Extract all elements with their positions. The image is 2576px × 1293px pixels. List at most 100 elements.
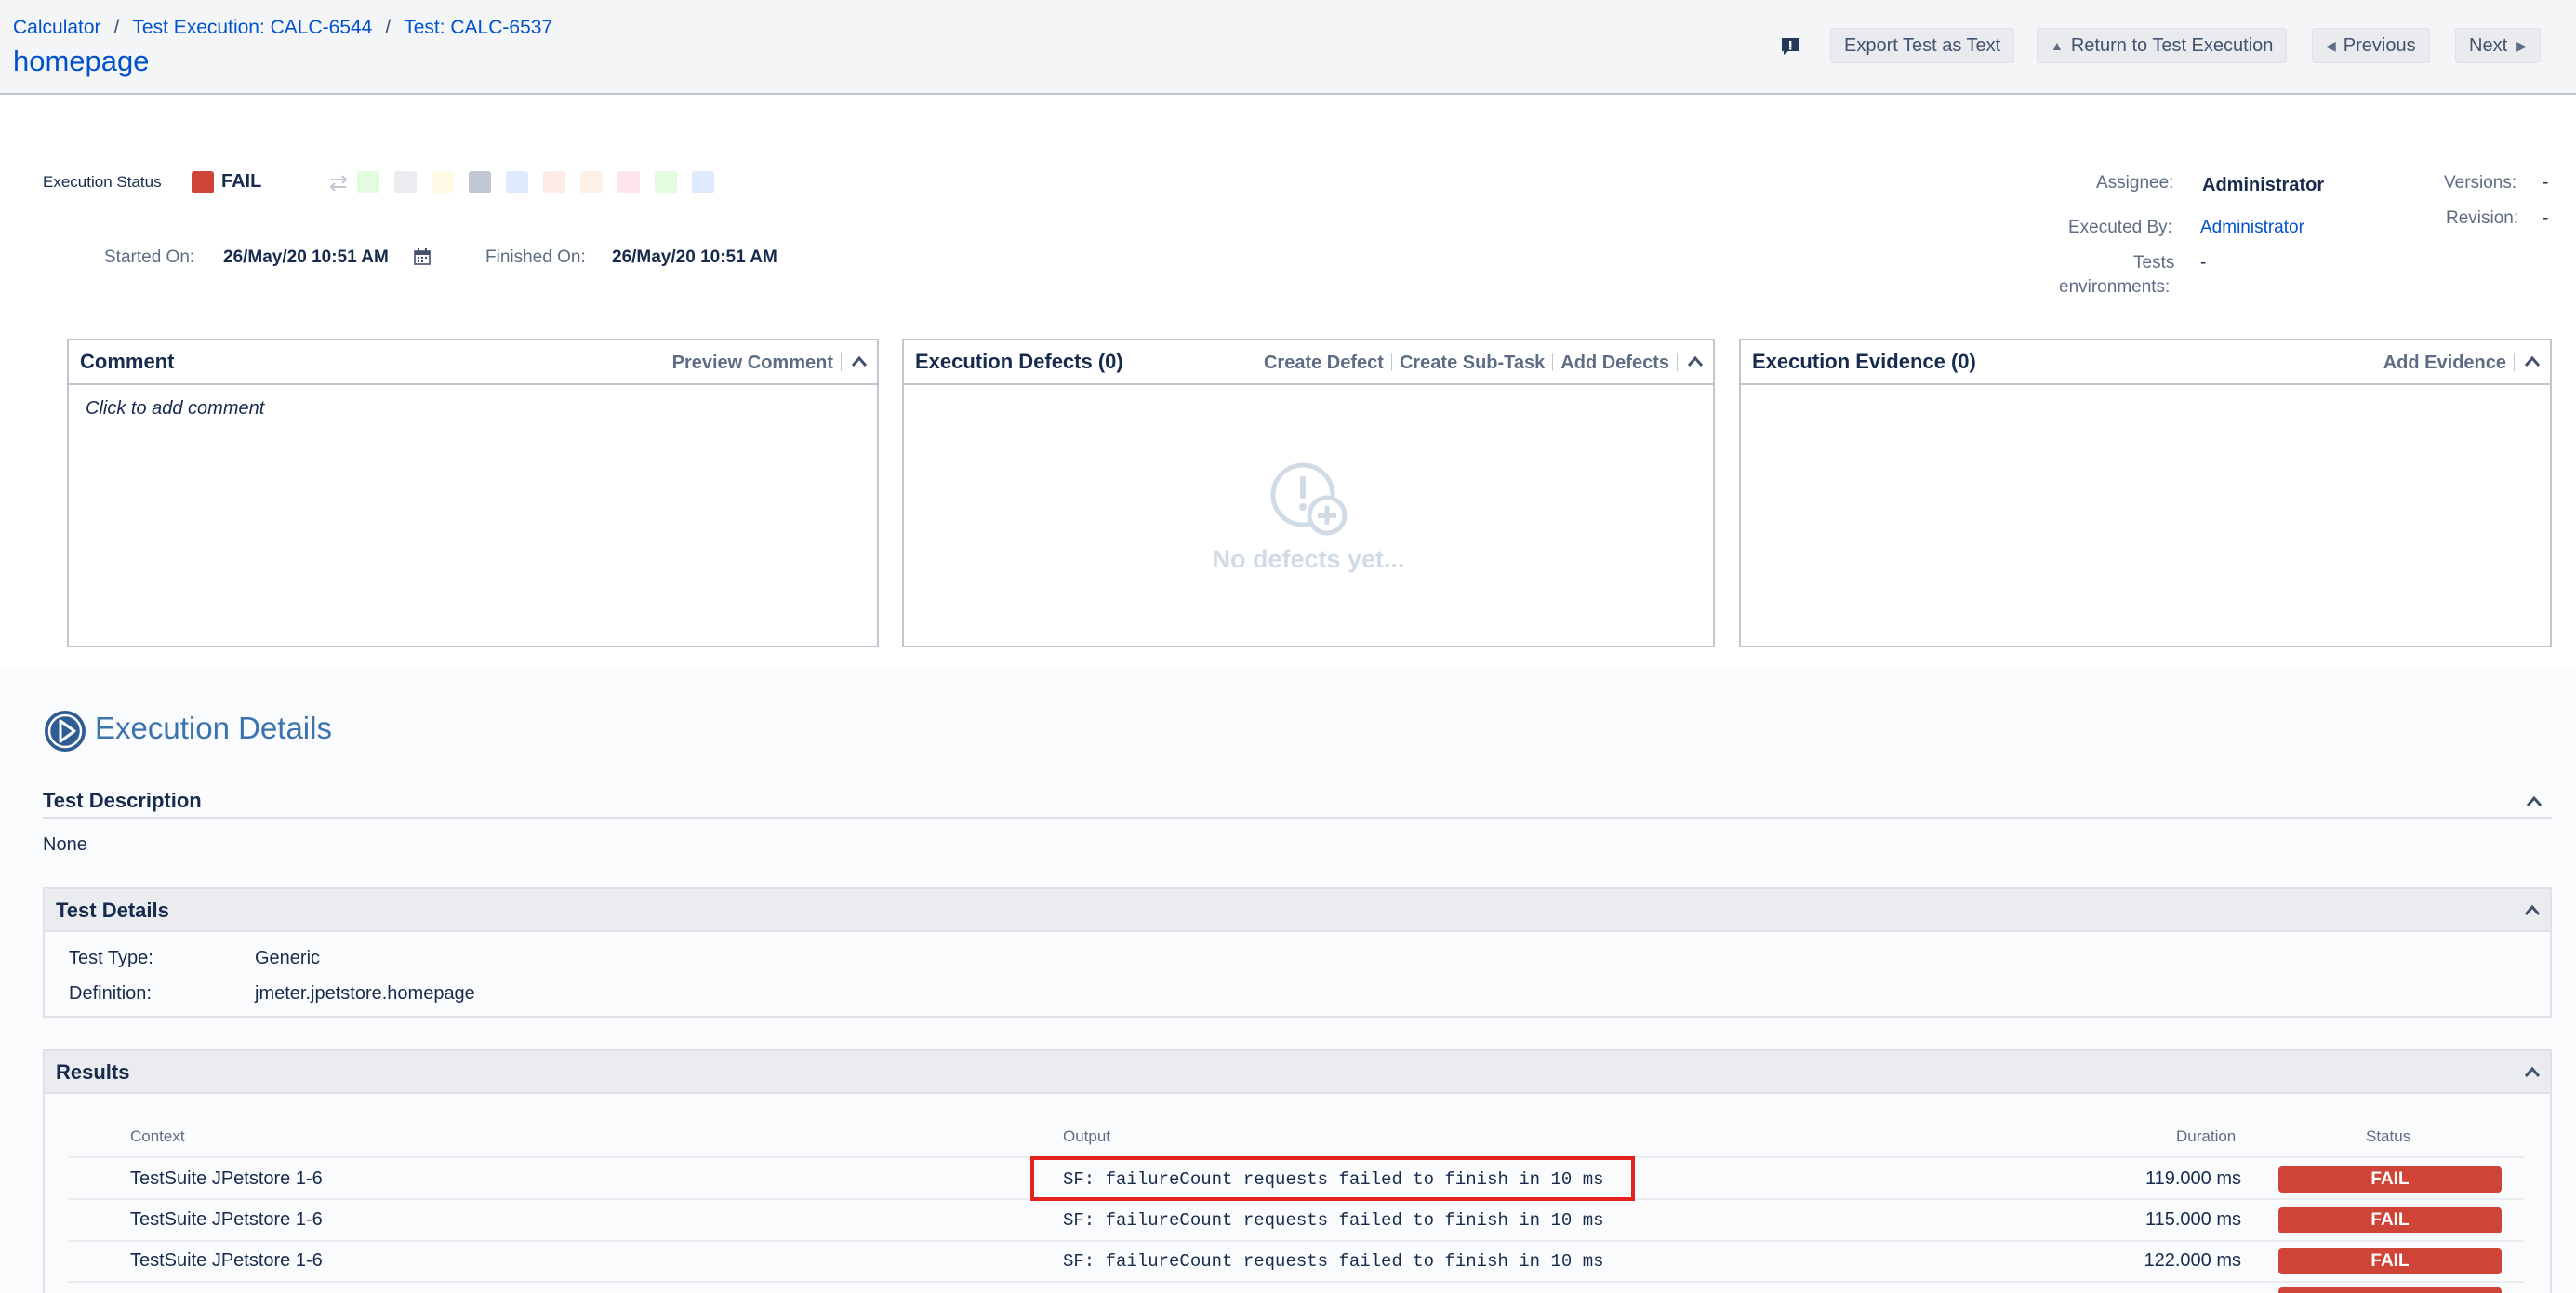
tests-environments-value[interactable]: - xyxy=(2200,253,2206,273)
column-header-context: Context xyxy=(130,1127,185,1145)
result-output: SF: failureCount requests failed to fini… xyxy=(1063,1251,1604,1272)
results-header[interactable]: Results xyxy=(45,1051,2550,1094)
create-sub-task-button[interactable]: Create Sub-Task xyxy=(1400,353,1545,373)
breadcrumb-separator: / xyxy=(385,17,392,38)
page-header: Calculator / Test Execution: CALC-6544 / Tes… xyxy=(0,0,2576,95)
test-description-title: Test Description xyxy=(43,789,202,812)
status-option-swatch[interactable] xyxy=(580,171,603,193)
execution-defects-panel: Execution Defects (0) Create Defect Creat… xyxy=(902,339,1715,647)
caret-left-icon: ◀ xyxy=(2326,38,2336,53)
test-type-value: Generic xyxy=(255,948,321,968)
next-label: Next xyxy=(2469,35,2508,56)
action-divider xyxy=(1677,353,1678,371)
execution-evidence-panel: Execution Evidence (0) Add Evidence xyxy=(1739,339,2552,647)
test-description-value: None xyxy=(43,834,87,855)
evidence-title: Execution Evidence (0) xyxy=(1752,350,1976,373)
status-option-swatch[interactable] xyxy=(394,171,417,193)
status-option-swatch[interactable] xyxy=(357,171,379,193)
defects-panel-header: Execution Defects (0) Create Defect Creat… xyxy=(904,340,1713,385)
calendar-icon[interactable] xyxy=(413,247,432,266)
export-test-button[interactable]: Export Test as Text xyxy=(1830,28,2015,63)
tests-environments-label: Tests xyxy=(2133,253,2175,273)
feedback-icon[interactable] xyxy=(1780,36,1800,57)
result-context: TestSuite JPetstore 1-6 xyxy=(130,1168,323,1189)
result-duration: 119.000 ms xyxy=(2144,1168,2241,1189)
action-divider xyxy=(1390,353,1392,371)
execution-status-label: Execution Status xyxy=(43,173,162,191)
status-option-swatch[interactable] xyxy=(692,171,714,193)
chevron-up-icon[interactable] xyxy=(849,353,870,371)
previous-button[interactable]: ◀ Previous xyxy=(2312,28,2430,63)
no-defects-text: No defects yet... xyxy=(1212,545,1405,573)
comment-actions: Preview Comment xyxy=(672,353,870,374)
started-on-label: Started On: xyxy=(104,247,195,267)
add-defects-button[interactable]: Add Defects xyxy=(1560,353,1669,373)
comment-placeholder[interactable]: Click to add comment xyxy=(86,398,264,420)
finished-on-value: 26/May/20 10:51 AM xyxy=(612,247,777,267)
page-title[interactable]: homepage xyxy=(13,45,150,78)
chevron-up-icon[interactable] xyxy=(2522,901,2543,920)
return-to-test-execution-button[interactable]: ▲ Return to Test Execution xyxy=(2037,28,2288,63)
divider xyxy=(43,817,2552,819)
revision-value[interactable]: - xyxy=(2543,208,2548,229)
status-badge xyxy=(2278,1287,2502,1293)
evidence-panel-header: Execution Evidence (0) Add Evidence xyxy=(1741,340,2550,385)
status-color-swatch xyxy=(192,171,214,193)
chevron-up-icon[interactable] xyxy=(2524,793,2544,811)
result-output: SF: failureCount requests failed to fini… xyxy=(1063,1210,1604,1231)
column-header-duration: Duration xyxy=(2176,1127,2237,1145)
chevron-up-icon[interactable] xyxy=(1685,353,1706,371)
play-circle-icon xyxy=(45,711,86,752)
status-option-swatch[interactable] xyxy=(543,171,565,193)
results-title: Results xyxy=(56,1060,130,1084)
row-divider xyxy=(69,1281,2524,1283)
started-on-value: 26/May/20 10:51 AM xyxy=(223,247,389,267)
column-header-status: Status xyxy=(2366,1127,2411,1145)
caret-up-icon: ▲ xyxy=(2051,38,2064,53)
result-context: TestSuite JPetstore 1-6 xyxy=(130,1250,323,1271)
status-option-swatch[interactable] xyxy=(655,171,677,193)
result-duration: 122.000 ms xyxy=(2144,1250,2241,1271)
action-divider xyxy=(841,353,842,371)
execution-status-value[interactable]: FAIL xyxy=(221,171,261,193)
swap-icon[interactable] xyxy=(327,175,350,192)
breadcrumb-project[interactable]: Calculator xyxy=(13,17,101,38)
versions-label: Versions: xyxy=(2444,173,2517,193)
test-details-header[interactable]: Test Details xyxy=(45,889,2550,932)
versions-value[interactable]: - xyxy=(2543,173,2548,193)
definition-label: Definition: xyxy=(69,983,152,1004)
caret-right-icon: ▶ xyxy=(2516,38,2527,53)
result-context: TestSuite JPetstore 1-6 xyxy=(130,1209,323,1230)
execution-details-title: Execution Details xyxy=(95,711,332,745)
status-badge: FAIL xyxy=(2278,1207,2502,1233)
status-option-swatch[interactable] xyxy=(617,171,640,193)
comment-panel-header: Comment Preview Comment xyxy=(69,340,877,385)
executed-by-link[interactable]: Administrator xyxy=(2200,218,2304,238)
row-divider xyxy=(69,1240,2524,1242)
finished-on-label: Finished On: xyxy=(485,247,586,267)
definition-value: jmeter.jpetstore.homepage xyxy=(255,983,475,1004)
comment-panel: Comment Preview Comment Click to add com… xyxy=(67,339,879,647)
test-details-title: Test Details xyxy=(56,899,169,922)
status-option-swatch[interactable] xyxy=(469,171,491,193)
status-option-swatch[interactable] xyxy=(506,171,528,193)
add-evidence-button[interactable]: Add Evidence xyxy=(2383,353,2506,373)
breadcrumb-separator: / xyxy=(113,17,120,38)
next-button[interactable]: Next ▶ xyxy=(2455,28,2541,63)
status-badge: FAIL xyxy=(2278,1248,2502,1274)
comment-title: Comment xyxy=(80,350,175,373)
chevron-up-icon[interactable] xyxy=(2522,353,2543,371)
status-option-swatch[interactable] xyxy=(432,171,454,193)
status-badge: FAIL xyxy=(2278,1166,2502,1193)
breadcrumb-test-execution[interactable]: Test Execution: CALC-6544 xyxy=(132,17,372,38)
evidence-actions: Add Evidence xyxy=(2383,353,2543,374)
assignee-value[interactable]: Administrator xyxy=(2202,175,2324,196)
create-defect-button[interactable]: Create Defect xyxy=(1264,353,1384,373)
action-divider xyxy=(2514,353,2515,371)
revision-label: Revision: xyxy=(2446,208,2519,228)
breadcrumb: Calculator / Test Execution: CALC-6544 / Tes… xyxy=(13,17,552,39)
tests-environments-label: environments: xyxy=(2059,277,2171,297)
breadcrumb-test[interactable]: Test: CALC-6537 xyxy=(404,17,552,38)
preview-comment-button[interactable]: Preview Comment xyxy=(672,353,833,373)
chevron-up-icon[interactable] xyxy=(2522,1063,2543,1082)
